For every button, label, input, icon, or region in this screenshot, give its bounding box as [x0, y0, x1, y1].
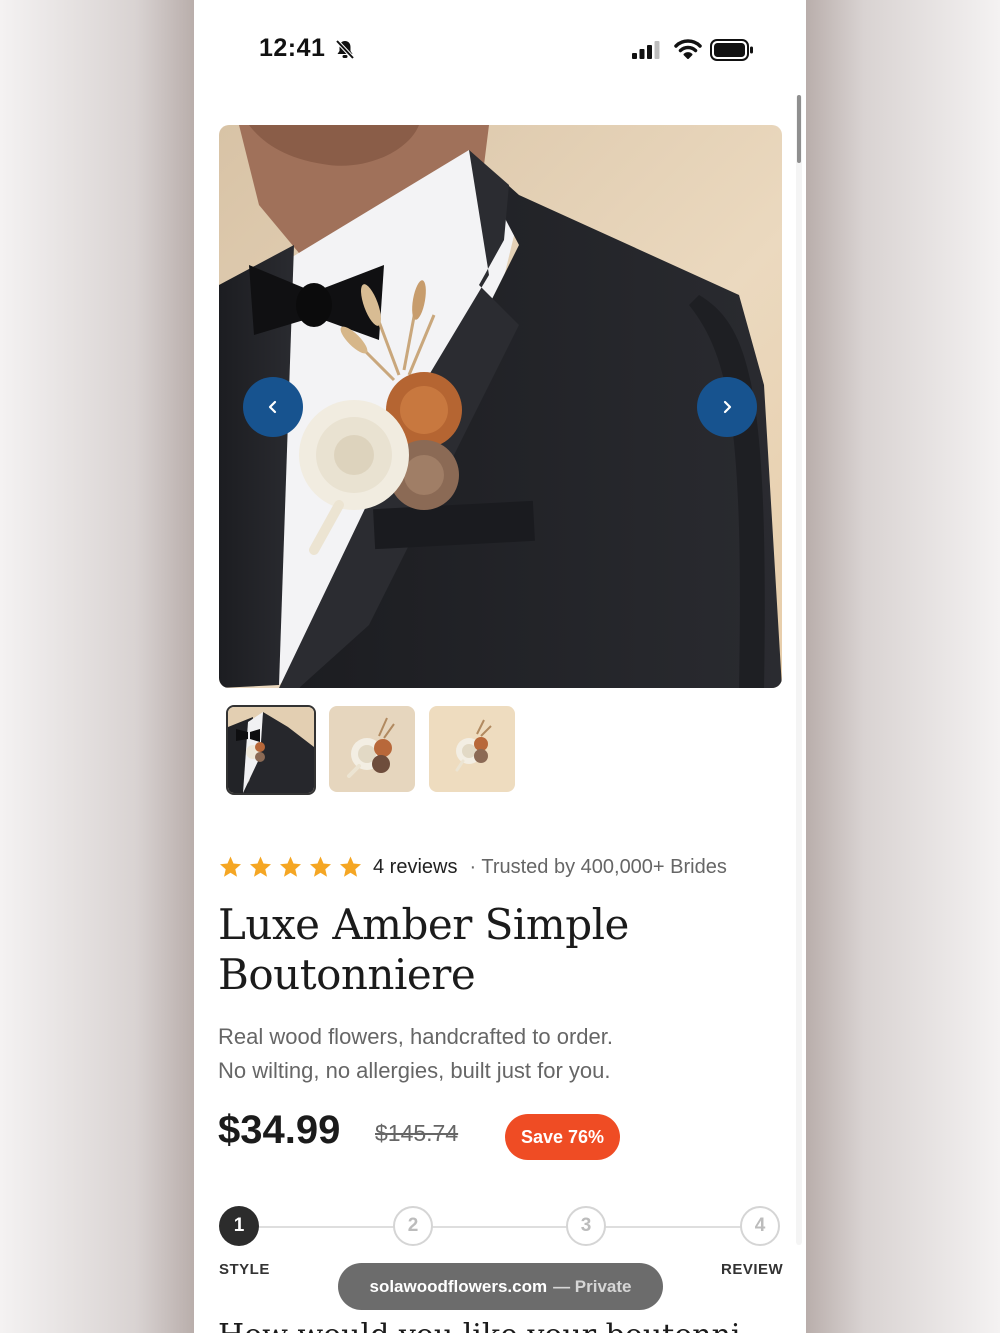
step-1-label: STYLE	[219, 1261, 270, 1278]
compare-at-price: $145.74	[375, 1120, 459, 1146]
step-2[interactable]: 2	[393, 1206, 433, 1246]
status-bar: 12:41	[194, 0, 806, 100]
star-icon	[280, 856, 301, 877]
status-time: 12:41	[259, 34, 326, 62]
phone-screen: 12:41 4 reviews · Trusted by 400,000+ Br…	[194, 0, 806, 1333]
product-title-line-2: Boutonniere	[218, 950, 476, 999]
browser-domain: solawoodflowers.com	[369, 1276, 548, 1296]
thumbnail-1[interactable]	[226, 705, 316, 795]
chevron-left-icon	[268, 400, 277, 414]
chevron-right-icon	[723, 400, 732, 414]
thumbnail-3[interactable]	[429, 706, 515, 792]
scrollbar-track	[796, 95, 802, 1245]
image-next-button[interactable]	[697, 377, 757, 437]
scrollbar-thumb[interactable]	[797, 95, 801, 163]
step-1[interactable]: 1	[219, 1206, 259, 1246]
browser-private-label: — Private	[553, 1276, 632, 1296]
description-line-2: No wilting, no allergies, built just for…	[218, 1058, 611, 1083]
step-4-label: REVIEW	[721, 1261, 784, 1278]
product-title-line-1: Luxe Amber Simple	[218, 900, 629, 949]
wifi-icon	[674, 38, 702, 65]
cellular-signal-icon	[632, 40, 662, 65]
trusted-text: · Trusted by 400,000+ Brides	[469, 855, 727, 878]
thumbnail-2[interactable]	[329, 706, 415, 792]
bell-slash-icon	[334, 38, 356, 65]
battery-icon	[710, 39, 754, 66]
description-line-1: Real wood flowers, handcrafted to order.	[218, 1024, 614, 1049]
step-question-heading: How would you like your boutonni	[218, 1318, 741, 1333]
reviews-link[interactable]: 4 reviews	[373, 856, 457, 879]
background-right	[806, 0, 1000, 1333]
star-icon	[220, 856, 241, 877]
star-rating	[218, 855, 363, 879]
save-badge: Save 76%	[505, 1114, 620, 1160]
stepper-line	[240, 1226, 760, 1228]
browser-address-pill[interactable]: solawoodflowers.com — Private	[338, 1263, 663, 1310]
image-prev-button[interactable]	[243, 377, 303, 437]
background-left	[0, 0, 194, 1333]
step-3[interactable]: 3	[566, 1206, 606, 1246]
star-icon	[310, 856, 331, 877]
star-icon	[250, 856, 271, 877]
product-description: Real wood flowers, handcrafted to order.…	[218, 1020, 778, 1088]
step-4[interactable]: 4	[740, 1206, 780, 1246]
rating-row: 4 reviews · Trusted by 400,000+ Brides	[218, 853, 727, 881]
product-title: Luxe Amber Simple Boutonniere	[218, 900, 778, 1000]
star-icon	[340, 856, 361, 877]
product-price: $34.99	[218, 1108, 341, 1152]
